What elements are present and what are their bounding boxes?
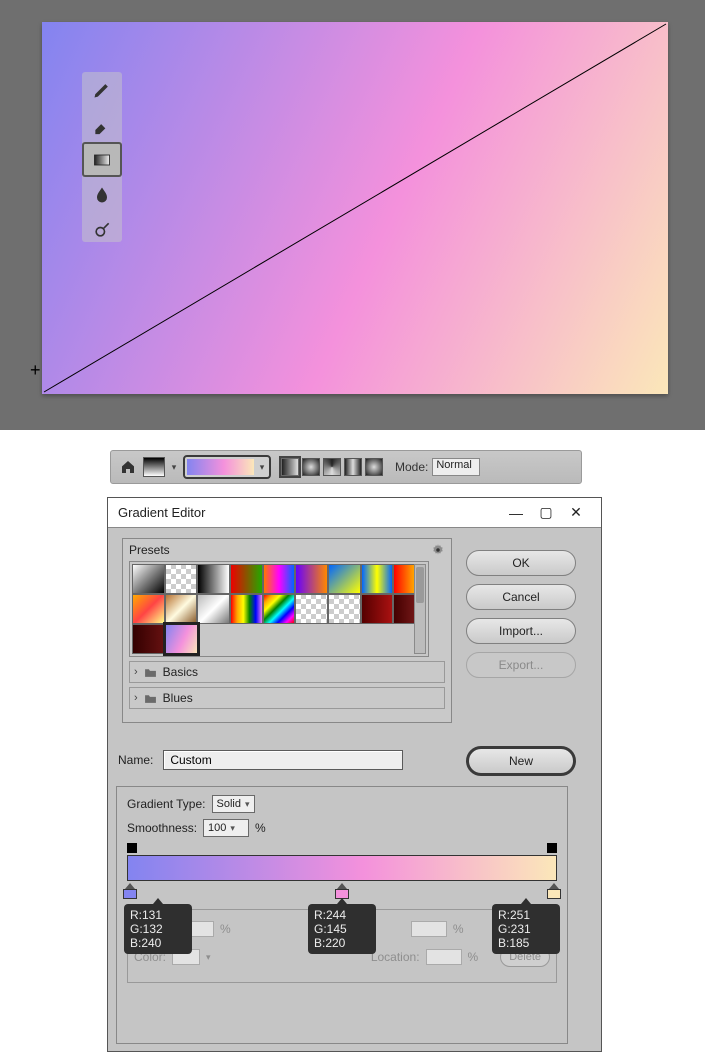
color-stop[interactable] bbox=[335, 883, 349, 899]
location-input-1 bbox=[411, 921, 447, 937]
preset-swatch[interactable] bbox=[230, 564, 263, 594]
cancel-button[interactable]: Cancel bbox=[466, 584, 576, 610]
preset-folder[interactable]: › Basics bbox=[129, 661, 445, 683]
preset-swatch[interactable] bbox=[132, 624, 165, 654]
preset-swatch[interactable] bbox=[263, 594, 296, 624]
presets-panel: Presets bbox=[122, 538, 452, 723]
preset-swatch[interactable] bbox=[197, 594, 230, 624]
smoothness-input[interactable]: 100▾ bbox=[203, 819, 249, 837]
gradient-tool-icon[interactable] bbox=[82, 142, 122, 177]
preset-swatch[interactable] bbox=[197, 564, 230, 594]
smoothness-label: Smoothness: bbox=[127, 821, 197, 835]
preset-swatch[interactable] bbox=[132, 594, 165, 624]
diamond-gradient-icon[interactable] bbox=[365, 458, 383, 476]
preset-folder[interactable]: › Blues bbox=[129, 687, 445, 709]
stops-section: Stops Opacity: ty: % % Del Color: ▾ bbox=[127, 909, 557, 983]
alpha-stop[interactable] bbox=[127, 843, 137, 853]
rgb-tooltip: R:251 G:231 B:185 bbox=[492, 904, 560, 954]
workspace: + bbox=[0, 0, 705, 430]
gradient-type-label: Gradient Type: bbox=[127, 797, 206, 811]
color-stop[interactable] bbox=[547, 883, 561, 899]
maximize-icon[interactable]: ▢ bbox=[531, 499, 561, 527]
color-stop[interactable] bbox=[123, 883, 137, 899]
tool-preset-icon[interactable] bbox=[143, 457, 165, 477]
percent-label: % bbox=[255, 821, 266, 835]
gradient-bar-area bbox=[127, 843, 557, 899]
name-label: Name: bbox=[118, 753, 153, 767]
window-title: Gradient Editor bbox=[118, 505, 205, 520]
gear-icon[interactable] bbox=[431, 543, 445, 557]
rgb-tooltip: R:244 G:145 B:220 bbox=[308, 904, 376, 954]
preset-swatch[interactable] bbox=[263, 564, 296, 594]
new-button[interactable]: New bbox=[466, 746, 576, 776]
preset-swatch[interactable] bbox=[328, 594, 361, 624]
presets-label: Presets bbox=[129, 543, 170, 557]
rgb-tooltip: R:131 G:132 B:240 bbox=[124, 904, 192, 954]
gradient-bar[interactable] bbox=[127, 855, 557, 881]
ok-button[interactable]: OK bbox=[466, 550, 576, 576]
gradient-settings-panel: Gradient Type: Solid▾ Smoothness: 100▾ % bbox=[116, 786, 568, 1044]
linear-gradient-icon[interactable] bbox=[281, 458, 299, 476]
blend-mode-select[interactable]: Normal bbox=[432, 458, 480, 476]
options-bar: ▾ ▾ Mode: Normal bbox=[110, 450, 582, 484]
name-input[interactable] bbox=[163, 750, 403, 770]
preset-swatch-selected[interactable] bbox=[165, 624, 198, 654]
preset-swatch[interactable] bbox=[230, 594, 263, 624]
export-button: Export... bbox=[466, 652, 576, 678]
gradient-preview-swatch bbox=[187, 459, 254, 475]
preset-swatch[interactable] bbox=[132, 564, 165, 594]
preset-swatch[interactable] bbox=[295, 564, 328, 594]
import-button[interactable]: Import... bbox=[466, 618, 576, 644]
preset-swatch[interactable] bbox=[328, 564, 361, 594]
location-input-2 bbox=[426, 949, 462, 965]
preset-swatch[interactable] bbox=[295, 594, 328, 624]
preset-swatch[interactable] bbox=[361, 564, 394, 594]
home-icon[interactable] bbox=[117, 456, 139, 478]
angle-gradient-icon[interactable] bbox=[323, 458, 341, 476]
gradient-type-select[interactable]: Solid▾ bbox=[212, 795, 255, 813]
gradient-picker[interactable]: ▾ bbox=[183, 455, 271, 479]
minimize-icon[interactable]: — bbox=[501, 499, 531, 527]
eraser-tool-icon[interactable] bbox=[82, 107, 122, 142]
preset-swatch[interactable] bbox=[361, 594, 394, 624]
preset-swatch[interactable] bbox=[165, 594, 198, 624]
blur-tool-icon[interactable] bbox=[82, 177, 122, 212]
close-icon[interactable]: ✕ bbox=[561, 499, 591, 527]
location-label: Location: bbox=[371, 950, 420, 964]
document-canvas[interactable] bbox=[42, 22, 668, 394]
chevron-down-icon[interactable]: ▾ bbox=[257, 458, 267, 476]
folder-icon bbox=[144, 693, 157, 704]
alpha-stop[interactable] bbox=[547, 843, 557, 853]
preset-grid bbox=[129, 561, 429, 657]
gradient-style-group bbox=[281, 458, 383, 476]
preset-swatch[interactable] bbox=[165, 564, 198, 594]
window-titlebar: Gradient Editor — ▢ ✕ bbox=[108, 498, 601, 528]
brush-tool-icon[interactable] bbox=[82, 72, 122, 107]
mode-label: Mode: bbox=[395, 460, 428, 474]
reflected-gradient-icon[interactable] bbox=[344, 458, 362, 476]
folder-icon bbox=[144, 667, 157, 678]
tools-flyout bbox=[82, 72, 122, 242]
chevron-down-icon[interactable]: ▾ bbox=[169, 458, 179, 476]
folder-label: Blues bbox=[163, 691, 193, 705]
gradient-editor-window: Gradient Editor — ▢ ✕ OK Cancel Import..… bbox=[107, 497, 602, 1052]
radial-gradient-icon[interactable] bbox=[302, 458, 320, 476]
chevron-right-icon: › bbox=[134, 666, 138, 678]
dodge-tool-icon[interactable] bbox=[82, 212, 122, 247]
scrollbar[interactable] bbox=[414, 564, 426, 654]
chevron-right-icon: › bbox=[134, 692, 138, 704]
folder-label: Basics bbox=[163, 665, 198, 679]
